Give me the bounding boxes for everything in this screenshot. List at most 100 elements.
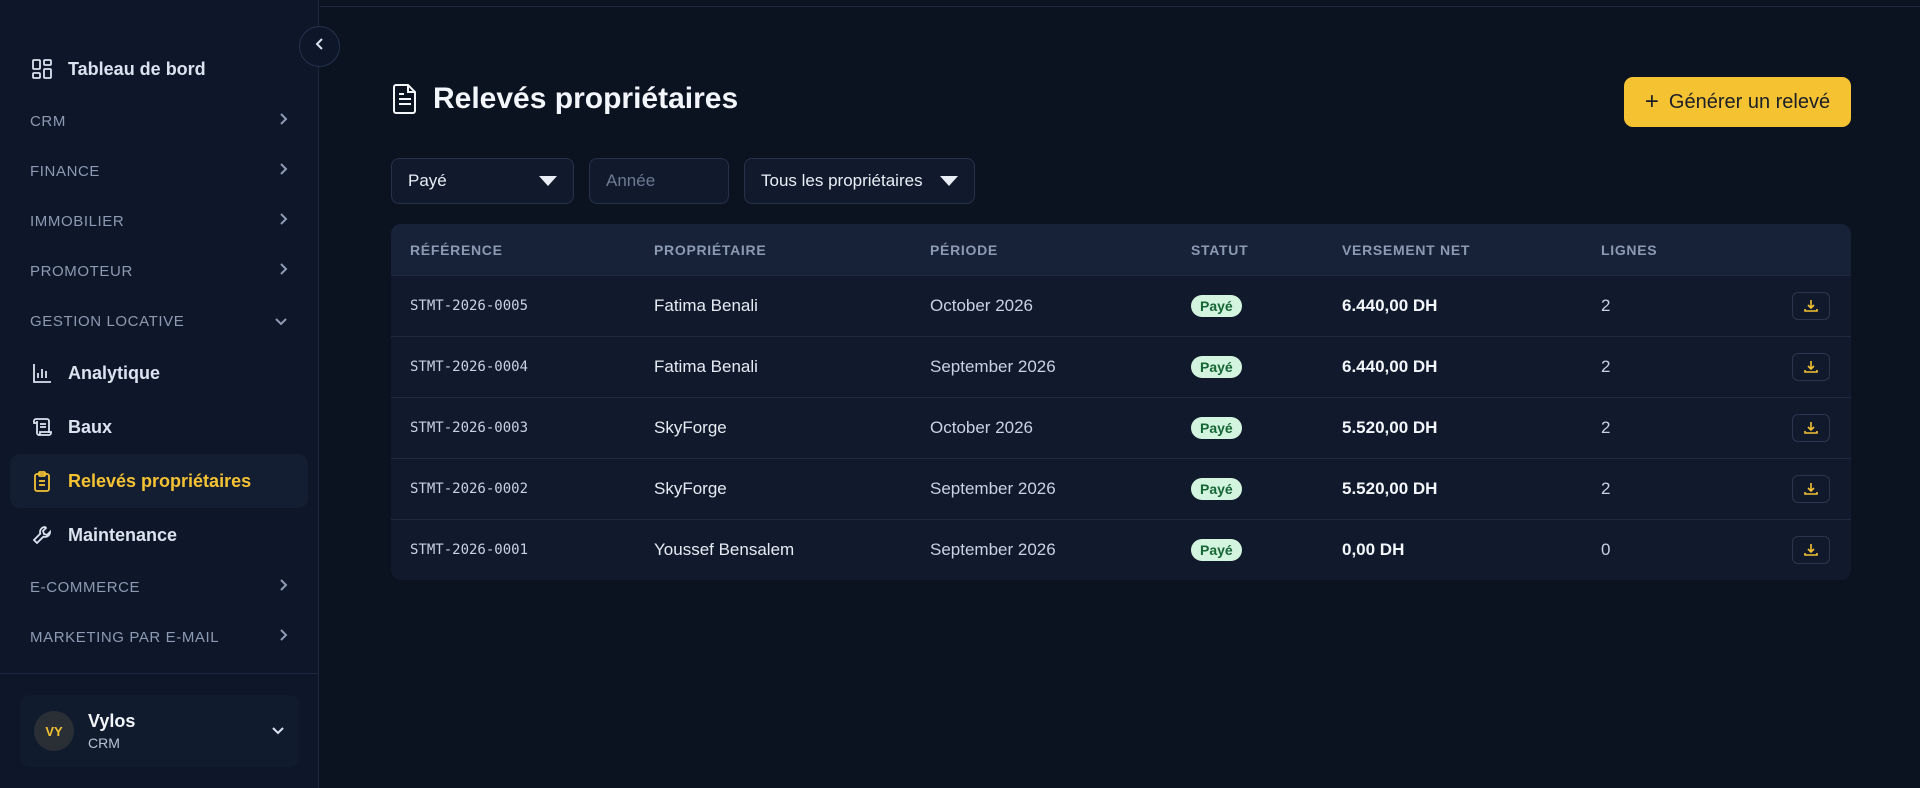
user-menu[interactable]: VY Vylos CRM — [20, 695, 299, 767]
user-role: CRM — [88, 735, 120, 751]
status-badge: Payé — [1191, 417, 1242, 439]
cell-net-payment: 0,00 DH — [1342, 540, 1405, 559]
sidebar-item-releves-proprietaires[interactable]: Relevés propriétaires — [10, 454, 308, 508]
cell-lines: 2 — [1601, 479, 1611, 498]
cell-actions — [1792, 353, 1830, 381]
sidebar-item-label: Maintenance — [68, 524, 178, 545]
cell-lines: 2 — [1601, 357, 1611, 376]
sidebar-section-immobilier[interactable]: IMMOBILIER — [10, 196, 308, 246]
cell-reference: STMT-2026-0002 — [410, 481, 529, 497]
sidebar-section-finance[interactable]: FINANCE — [10, 146, 308, 196]
document-icon — [391, 83, 419, 115]
chevron-right-icon — [278, 162, 288, 180]
cell-period: September 2026 — [930, 479, 1056, 498]
table-row[interactable]: STMT-2026-0004 Fatima Benali September 2… — [391, 336, 1851, 397]
cell-net-payment: 5.520,00 DH — [1342, 479, 1438, 498]
sidebar-item-maintenance[interactable]: Maintenance — [10, 508, 308, 562]
section-label: MARKETING PAR E-MAIL — [30, 628, 220, 646]
header-net-payment[interactable]: VERSEMENT NET — [1342, 242, 1470, 258]
sidebar-item-label: Baux — [68, 416, 113, 437]
cell-net-payment: 6.440,00 DH — [1342, 296, 1438, 315]
cell-period: September 2026 — [930, 540, 1056, 559]
download-button[interactable] — [1792, 353, 1830, 381]
cell-status: Payé — [1191, 295, 1242, 317]
header-owner[interactable]: PROPRIÉTAIRE — [654, 242, 766, 258]
statements-table: RÉFÉRENCE PROPRIÉTAIRE PÉRIODE STATUT VE… — [391, 224, 1851, 580]
sidebar-nav: Tableau de bord CRM FINANCE IMMOBILIER P… — [10, 42, 308, 662]
chevron-left-icon — [315, 37, 325, 56]
sidebar-item-label: Analytique — [68, 362, 161, 383]
sidebar-collapse-button[interactable] — [299, 26, 340, 67]
header-reference[interactable]: RÉFÉRENCE — [410, 242, 503, 258]
status-badge: Payé — [1191, 478, 1242, 500]
section-label: FINANCE — [30, 162, 101, 180]
section-label: CRM — [30, 112, 66, 130]
year-input[interactable] — [606, 171, 712, 191]
topbar-divider — [320, 6, 1920, 7]
status-filter-select[interactable]: Payé — [391, 158, 574, 204]
year-filter-field[interactable] — [589, 158, 729, 204]
cell-period: October 2026 — [930, 296, 1034, 315]
table-row[interactable]: STMT-2026-0001 Youssef Bensalem Septembe… — [391, 519, 1851, 580]
cell-status: Payé — [1191, 417, 1242, 439]
header-status[interactable]: STATUT — [1191, 242, 1248, 258]
dropdown-caret-icon — [539, 176, 557, 186]
sidebar-section-ecommerce[interactable]: E-COMMERCE — [10, 562, 308, 612]
cell-actions — [1792, 414, 1830, 442]
cell-actions — [1792, 536, 1830, 564]
download-icon — [1804, 422, 1818, 434]
section-label: IMMOBILIER — [30, 212, 125, 230]
sidebar-section-marketing[interactable]: MARKETING PAR E-MAIL — [10, 612, 308, 662]
chevron-right-icon — [278, 578, 288, 596]
download-button[interactable] — [1792, 414, 1830, 442]
cell-owner: SkyForge — [654, 418, 727, 437]
cell-net-payment: 5.520,00 DH — [1342, 418, 1438, 437]
sidebar-item-baux[interactable]: Baux — [10, 400, 308, 454]
avatar: VY — [34, 711, 74, 751]
chart-icon — [30, 361, 54, 385]
cell-owner: SkyForge — [654, 479, 727, 498]
download-icon — [1804, 300, 1818, 312]
sidebar-item-dashboard[interactable]: Tableau de bord — [10, 42, 308, 96]
generate-statement-button[interactable]: + Générer un relevé — [1624, 77, 1851, 127]
download-icon — [1804, 361, 1818, 373]
sidebar-section-gestion-locative[interactable]: GESTION LOCATIVE — [10, 296, 308, 346]
download-icon — [1804, 483, 1818, 495]
sidebar-section-promoteur[interactable]: PROMOTEUR — [10, 246, 308, 296]
download-icon — [1804, 544, 1818, 556]
cell-period: October 2026 — [930, 418, 1034, 437]
dashboard-icon — [30, 57, 54, 81]
cell-actions — [1792, 292, 1830, 320]
sidebar: Tableau de bord CRM FINANCE IMMOBILIER P… — [0, 0, 319, 788]
status-filter-value: Payé — [408, 171, 447, 190]
header-period[interactable]: PÉRIODE — [930, 242, 998, 258]
download-button[interactable] — [1792, 475, 1830, 503]
cell-status: Payé — [1191, 478, 1242, 500]
cell-actions — [1792, 475, 1830, 503]
plus-icon: + — [1644, 88, 1659, 115]
header-lines[interactable]: LIGNES — [1601, 242, 1657, 258]
download-button[interactable] — [1792, 536, 1830, 564]
cell-lines: 2 — [1601, 418, 1611, 437]
table-row[interactable]: STMT-2026-0003 SkyForge October 2026 Pay… — [391, 397, 1851, 458]
section-label: PROMOTEUR — [30, 262, 133, 280]
table-row[interactable]: STMT-2026-0005 Fatima Benali October 202… — [391, 275, 1851, 336]
sidebar-divider — [0, 673, 319, 674]
generate-label: Générer un relevé — [1668, 90, 1831, 113]
sidebar-item-label: Relevés propriétaires — [68, 470, 252, 491]
user-info: Vylos CRM — [88, 711, 271, 751]
cell-reference: STMT-2026-0001 — [410, 542, 529, 558]
cell-owner: Youssef Bensalem — [654, 540, 795, 559]
sidebar-section-crm[interactable]: CRM — [10, 96, 308, 146]
cell-net-payment: 6.440,00 DH — [1342, 357, 1438, 376]
section-label: E-COMMERCE — [30, 578, 141, 596]
table-header: RÉFÉRENCE PROPRIÉTAIRE PÉRIODE STATUT VE… — [391, 224, 1851, 275]
cell-status: Payé — [1191, 356, 1242, 378]
status-badge: Payé — [1191, 356, 1242, 378]
status-badge: Payé — [1191, 539, 1242, 561]
table-row[interactable]: STMT-2026-0002 SkyForge September 2026 P… — [391, 458, 1851, 519]
sidebar-item-analytique[interactable]: Analytique — [10, 346, 308, 400]
owner-filter-select[interactable]: Tous les propriétaires — [744, 158, 975, 204]
chevron-down-icon — [274, 313, 288, 330]
download-button[interactable] — [1792, 292, 1830, 320]
